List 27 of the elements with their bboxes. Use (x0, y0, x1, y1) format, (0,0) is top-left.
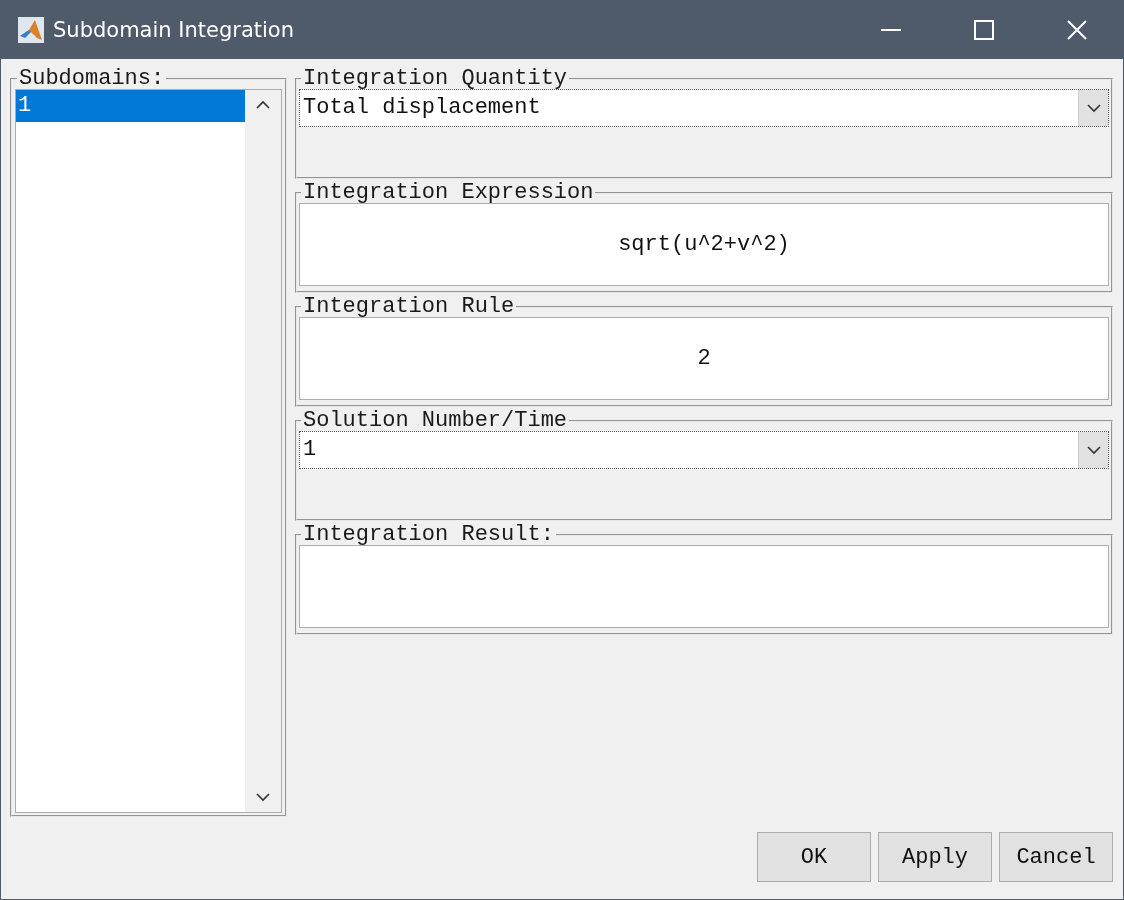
dialog-button[interactable]: Cancel (999, 832, 1113, 882)
dialog-button[interactable]: OK (757, 832, 871, 882)
group-label: Integration Quantity (302, 69, 569, 89)
app-logo-icon (17, 16, 45, 44)
close-icon (1066, 20, 1087, 40)
dropdown[interactable]: 1 (299, 431, 1109, 469)
dropdown-button[interactable] (1078, 90, 1108, 126)
scrollbar[interactable] (245, 90, 281, 812)
list-item[interactable]: 1 (16, 90, 245, 122)
group-label: Integration Rule (302, 297, 516, 317)
dropdown-button[interactable] (1078, 432, 1108, 468)
chevron-down-icon (1086, 445, 1101, 455)
group-label: Subdomains: (18, 69, 166, 89)
maximize-icon (973, 20, 994, 40)
dropdown[interactable]: Total displacement (299, 89, 1109, 127)
scroll-up-icon (256, 100, 270, 109)
subdomain-list[interactable]: 1 (15, 89, 282, 813)
chevron-down-icon (1086, 103, 1101, 113)
input-field[interactable]: sqrt(u^2+v^2) (299, 203, 1109, 286)
group-label: Integration Expression (302, 183, 595, 203)
group-label: Integration Result: (302, 525, 555, 545)
dialog-button[interactable]: Apply (878, 832, 992, 882)
group-label: Solution Number/Time (302, 411, 569, 431)
minimize-icon (880, 29, 901, 31)
scroll-down-icon (256, 793, 270, 802)
window-title: Subdomain Integration (53, 18, 295, 42)
input-field[interactable]: 2 (299, 317, 1109, 400)
